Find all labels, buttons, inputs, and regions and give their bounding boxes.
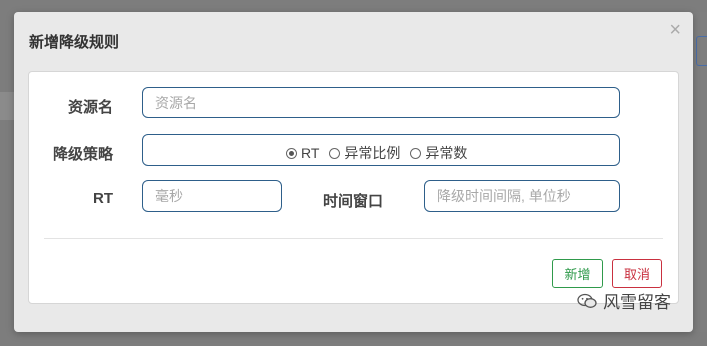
strategy-option-label: RT	[301, 145, 320, 161]
degrade-strategy-label: 降级策略	[52, 146, 113, 163]
degrade-strategy-radio-group: RT 异常比例 异常数	[142, 134, 620, 166]
resource-name-label: 资源名	[67, 99, 113, 116]
cancel-button[interactable]: 取消	[612, 259, 662, 288]
rt-input[interactable]	[142, 180, 282, 212]
strategy-option-label: 异常数	[425, 145, 468, 161]
strategy-option-label: 异常比例	[344, 145, 401, 161]
time-window-input[interactable]	[424, 180, 620, 212]
wechat-icon	[577, 293, 597, 308]
radio-unchecked-icon	[410, 147, 422, 159]
watermark: 风雪留客	[577, 288, 671, 313]
form-divider	[44, 238, 663, 239]
strategy-option-exception-ratio[interactable]: 异常比例	[329, 143, 400, 163]
radio-unchecked-icon	[329, 147, 341, 159]
resource-name-input[interactable]	[142, 87, 620, 118]
strategy-option-rt[interactable]: RT	[286, 145, 319, 161]
rule-form-panel: 资源名 降级策略 RT 异常比例 异常数 RT	[28, 71, 679, 304]
rt-label: RT	[93, 190, 113, 207]
add-button[interactable]: 新增	[552, 259, 603, 288]
add-degrade-rule-dialog: 新增降级规则 × 资源名 降级策略 RT 异常比例 异常数	[14, 12, 693, 332]
close-icon[interactable]: ×	[669, 20, 681, 40]
time-window-label: 时间窗口	[323, 193, 384, 210]
watermark-text: 风雪留客	[603, 293, 671, 312]
strategy-option-exception-count[interactable]: 异常数	[410, 143, 467, 163]
dialog-title: 新增降级规则	[29, 34, 120, 51]
background-page-button-edge	[696, 36, 707, 66]
radio-checked-icon	[286, 147, 297, 159]
